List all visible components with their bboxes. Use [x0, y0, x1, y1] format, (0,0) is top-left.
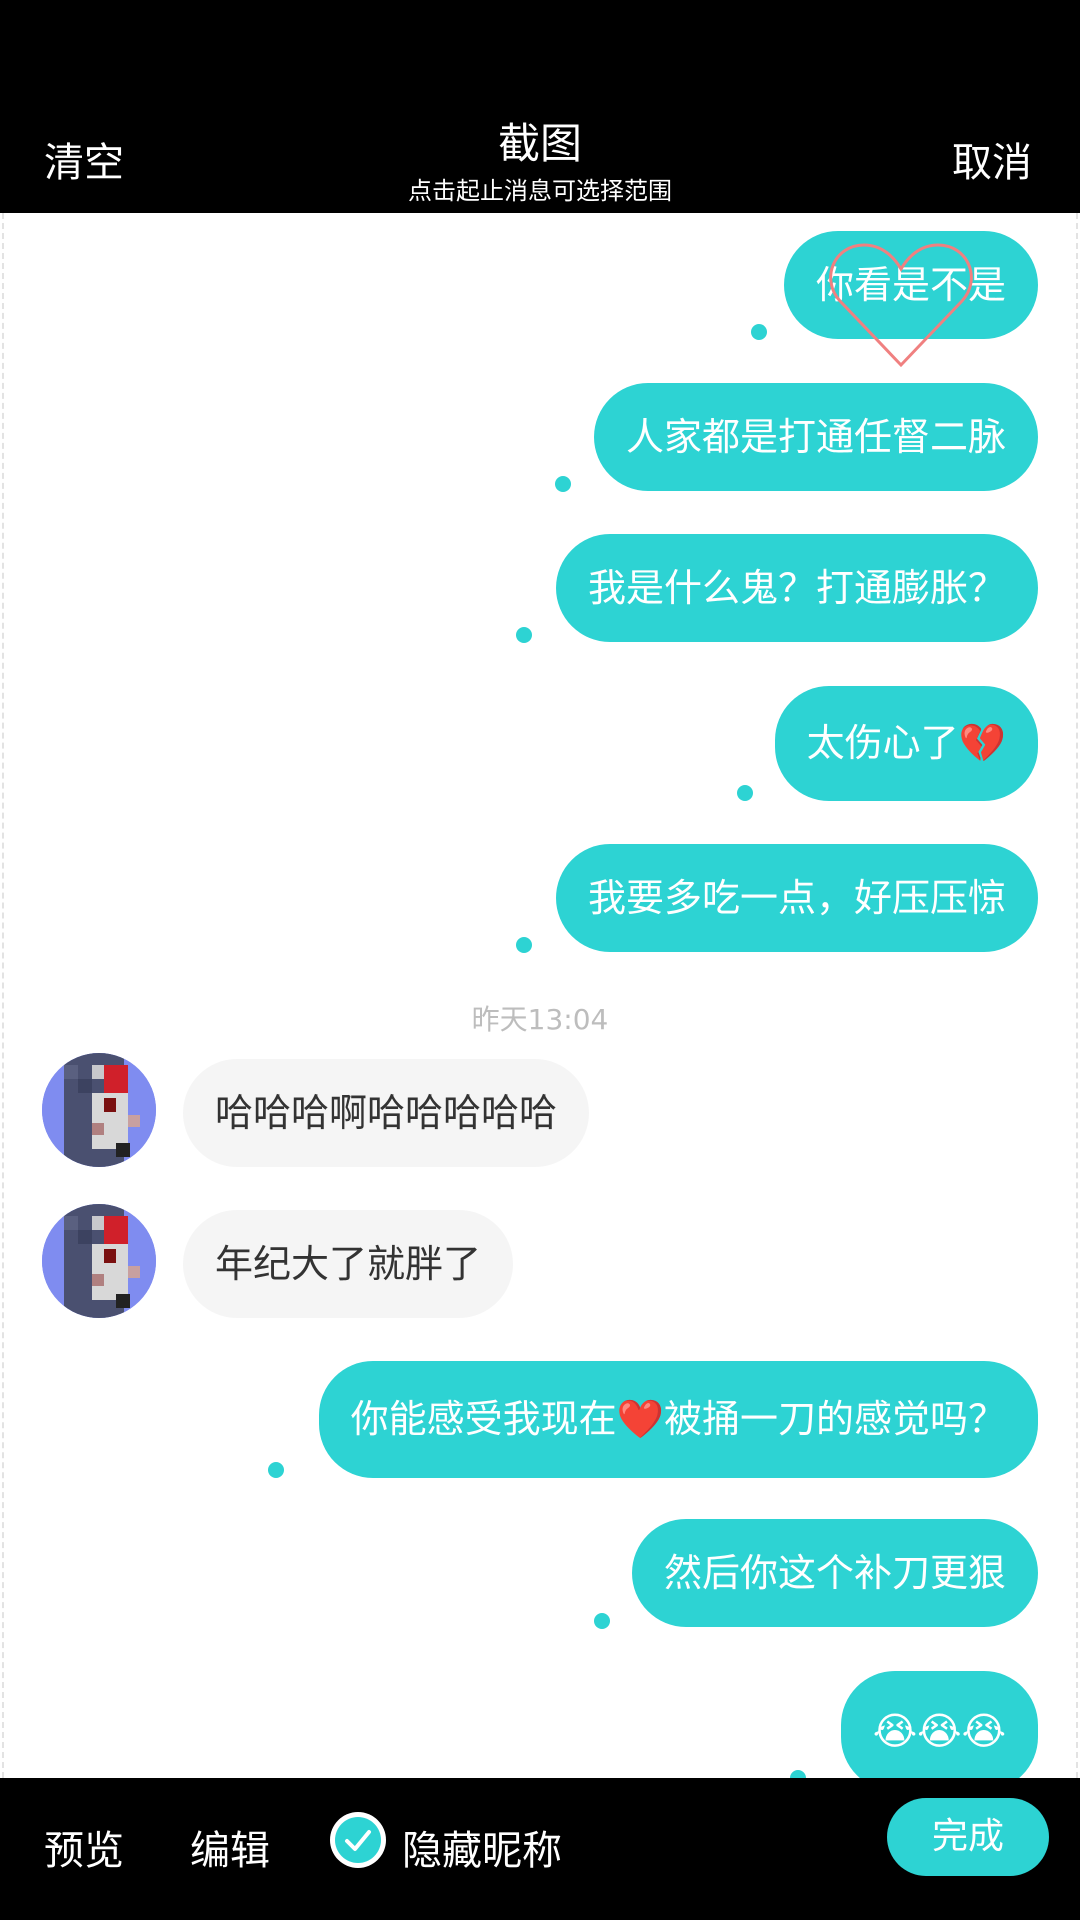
bubble-tail-dot	[516, 937, 532, 953]
avatar[interactable]	[42, 1053, 156, 1167]
message-bubble-outgoing[interactable]: 我要多吃一点，好压压惊	[555, 844, 1038, 952]
done-button[interactable]: 完成	[887, 1798, 1049, 1876]
bubble-tail-dot	[268, 1462, 284, 1478]
message-text: 你能感受我现在❤️被捅一刀的感觉吗？	[350, 1397, 1006, 1441]
chat-area[interactable]: 你看是不是 人家都是打通任督二脉 我是什么鬼？打通膨胀？ 太伤心了💔 我要多吃一…	[0, 213, 1080, 1778]
message-text: 太伤心了💔	[806, 721, 1006, 765]
message-text: 人家都是打通任督二脉	[625, 415, 1006, 459]
heart-outline-icon	[829, 243, 973, 368]
bubble-tail-dot	[555, 476, 571, 492]
message-bubble-outgoing[interactable]: 😭😭😭	[840, 1671, 1038, 1778]
bubble-tail-dot	[790, 1770, 806, 1778]
hide-nickname-label[interactable]: 隐藏昵称	[402, 1818, 562, 1876]
preview-button[interactable]: 预览	[44, 1818, 124, 1876]
message-bubble-outgoing[interactable]: 人家都是打通任督二脉	[593, 383, 1038, 491]
bubble-tail-dot	[751, 324, 767, 340]
avatar[interactable]	[42, 1204, 156, 1318]
page-title: 截图	[497, 119, 582, 168]
page-subtitle: 点击起止消息可选择范围	[408, 177, 672, 205]
message-bubble-incoming[interactable]: 年纪大了就胖了	[183, 1210, 514, 1318]
message-text: 哈哈哈啊哈哈哈哈哈	[215, 1091, 558, 1135]
checkmark-icon	[335, 1817, 381, 1863]
message-text: 年纪大了就胖了	[215, 1242, 482, 1286]
message-text: 我要多吃一点，好压压惊	[587, 876, 1006, 920]
bottom-toolbar: 预览 编辑 隐藏昵称 完成	[0, 1778, 1080, 1920]
top-bar: 清空 截图 点击起止消息可选择范围 取消	[0, 0, 1080, 213]
message-bubble-incoming[interactable]: 哈哈哈啊哈哈哈哈哈	[183, 1059, 590, 1167]
message-bubble-outgoing[interactable]: 你能感受我现在❤️被捅一刀的感觉吗？	[318, 1361, 1038, 1478]
bubble-tail-dot	[737, 785, 753, 801]
message-timestamp: 昨天13:04	[471, 1003, 609, 1036]
bubble-tail-dot	[594, 1613, 610, 1629]
message-text: 然后你这个补刀更狠	[663, 1551, 1006, 1595]
edit-button[interactable]: 编辑	[190, 1818, 270, 1876]
message-bubble-outgoing[interactable]: 太伤心了💔	[774, 686, 1038, 801]
hide-nickname-checkbox[interactable]	[330, 1812, 386, 1868]
cancel-button[interactable]: 取消	[952, 130, 1032, 188]
message-bubble-outgoing[interactable]: 然后你这个补刀更狠	[631, 1519, 1038, 1627]
bubble-tail-dot	[516, 627, 532, 643]
message-bubble-outgoing[interactable]: 我是什么鬼？打通膨胀？	[555, 534, 1038, 642]
message-text: 我是什么鬼？打通膨胀？	[587, 566, 1006, 610]
message-text: 😭😭😭	[872, 1709, 1006, 1753]
